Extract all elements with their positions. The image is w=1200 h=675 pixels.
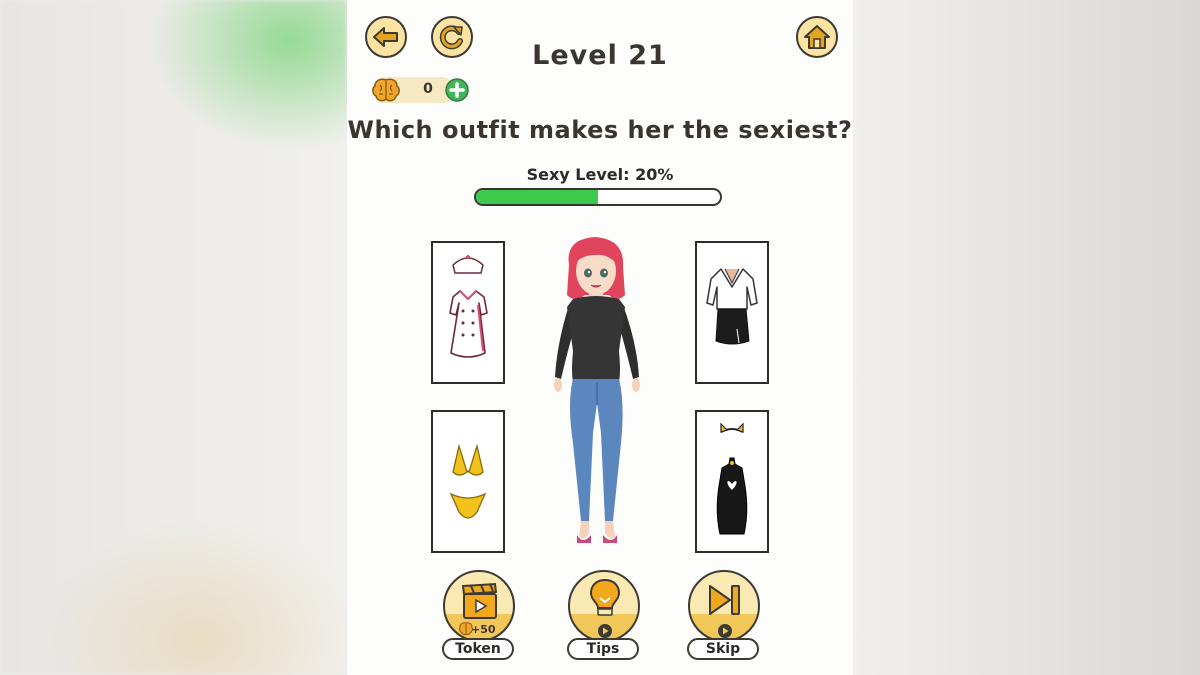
blurred-background-left xyxy=(0,0,347,675)
question-text: Which outfit makes her the sexiest? xyxy=(347,116,853,144)
skip-label: Skip xyxy=(687,638,759,660)
outfit-card-office[interactable] xyxy=(695,241,769,384)
sexy-level-label: Sexy Level: 20% xyxy=(526,165,674,184)
token-disk: +50 xyxy=(443,570,515,642)
token-reward: +50 xyxy=(471,623,496,636)
sexy-level-fill xyxy=(476,190,598,204)
tips-button[interactable]: Tips xyxy=(567,570,643,662)
video-ad-icon xyxy=(718,624,732,638)
add-coins-button[interactable] xyxy=(445,78,469,102)
outfit-card-nurse[interactable] xyxy=(431,241,505,384)
video-clapper-icon xyxy=(461,582,498,619)
token-button[interactable]: +50 Token xyxy=(442,570,518,662)
bikini-outfit-icon xyxy=(449,443,487,519)
blurred-background-right xyxy=(853,0,1200,675)
outfit-card-bikini[interactable] xyxy=(431,410,505,553)
outfit-card-cat-dress[interactable] xyxy=(695,410,769,553)
tips-label: Tips xyxy=(567,638,639,660)
nurse-outfit-icon xyxy=(449,255,488,358)
brain-coin-counter: 0 xyxy=(372,77,469,103)
game-screen: Level 21 0 Which outfit makes her the se… xyxy=(347,0,853,675)
office-outfit-icon xyxy=(706,268,758,345)
girl-character xyxy=(554,237,640,543)
brain-icon xyxy=(372,78,400,102)
video-ad-icon xyxy=(598,624,612,638)
skip-button[interactable]: Skip xyxy=(687,570,763,662)
cat-dress-outfit-icon xyxy=(716,422,748,535)
lightbulb-icon xyxy=(589,578,621,616)
skip-disk xyxy=(688,570,760,642)
token-label: Token xyxy=(442,638,514,660)
coin-count: 0 xyxy=(423,81,433,97)
sexy-level-bar xyxy=(474,188,722,206)
tips-disk xyxy=(568,570,640,642)
level-title: Level 21 xyxy=(532,40,668,71)
skip-icon xyxy=(709,585,740,615)
